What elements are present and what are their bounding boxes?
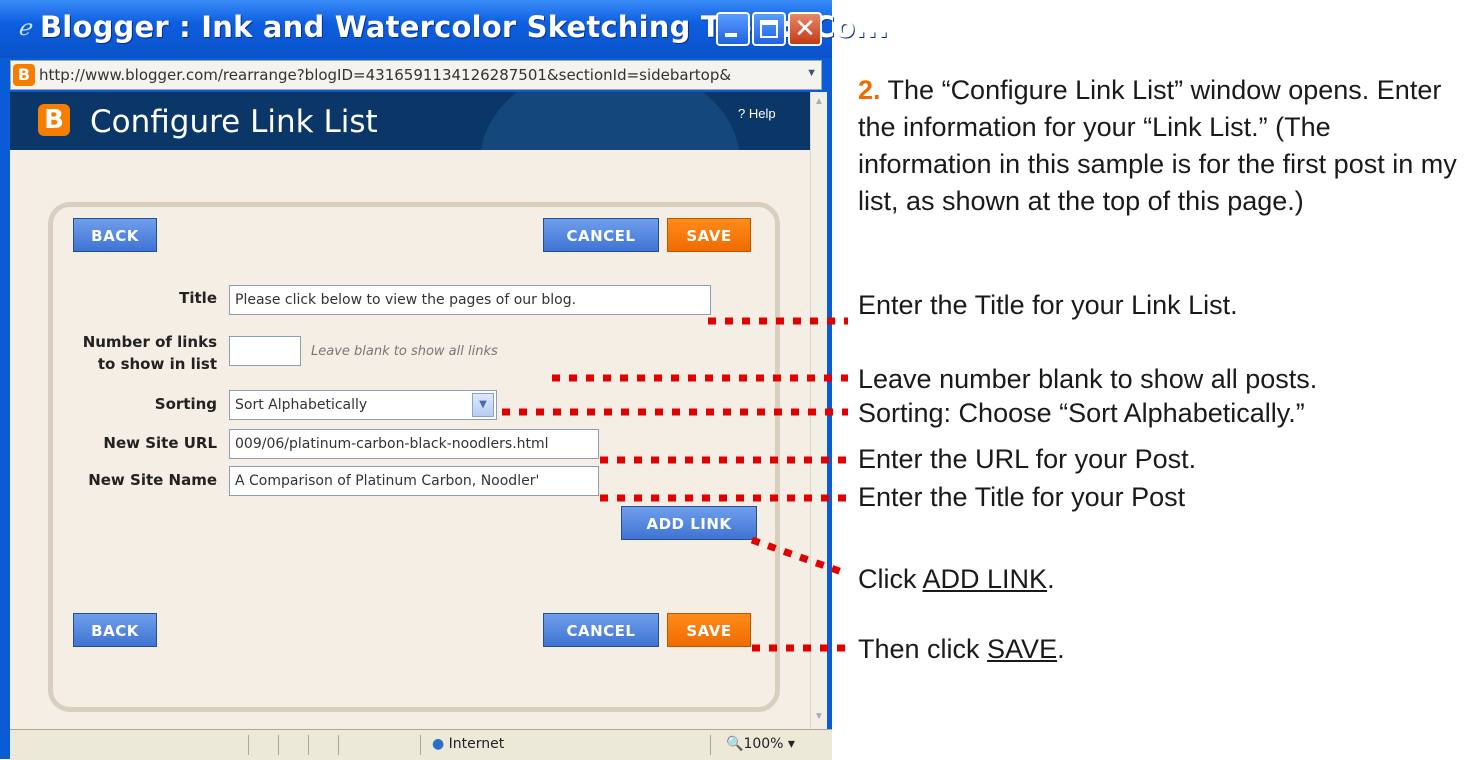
note-number: Leave number blank to show all posts. bbox=[858, 364, 1318, 394]
note-add-link-suffix: . bbox=[1047, 564, 1055, 594]
note-save-target: SAVE bbox=[987, 634, 1058, 664]
note-save-suffix: . bbox=[1057, 634, 1065, 664]
note-add-link-prefix: Click bbox=[858, 564, 923, 594]
note-save-prefix: Then click bbox=[858, 634, 988, 664]
step-number: 2. bbox=[858, 75, 881, 105]
note-name: Enter the Title for your Post bbox=[858, 482, 1186, 512]
step-intro: 2. The “Configure Link List” window open… bbox=[858, 72, 1458, 220]
pointer-add-link bbox=[750, 536, 844, 576]
note-add-link: Click ADD LINK. bbox=[858, 564, 1055, 595]
note-save: Then click SAVE. bbox=[858, 634, 1065, 665]
step-intro-text: The “Configure Link List” window opens. … bbox=[858, 75, 1457, 216]
note-title: Enter the Title for your Link List. bbox=[858, 290, 1238, 320]
note-add-link-target: ADD LINK bbox=[922, 564, 1048, 594]
note-url: Enter the URL for your Post. bbox=[858, 444, 1197, 474]
note-sorting: Sorting: Choose “Sort Alphabetically.” bbox=[858, 398, 1305, 428]
